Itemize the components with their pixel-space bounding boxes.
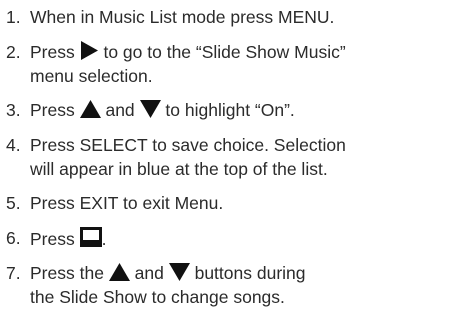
step-7: 7. Press the and buttons during the Slide… bbox=[6, 262, 450, 309]
step-text: Press to go to the “Slide Show Music” men… bbox=[30, 41, 450, 88]
step-4-text-line1: Press SELECT to save choice. Selection bbox=[30, 135, 346, 155]
step-6-text-before: Press bbox=[30, 229, 80, 249]
step-5-text: Press EXIT to exit Menu. bbox=[30, 193, 224, 213]
step-3: 3. Press and to highlight “On”. bbox=[6, 99, 450, 123]
step-7-text-line2: the Slide Show to change songs. bbox=[30, 286, 285, 307]
step-2-text-line2: menu selection. bbox=[30, 65, 153, 86]
step-4: 4. Press SELECT to save choice. Selectio… bbox=[6, 134, 450, 181]
step-3-text-middle: and bbox=[100, 100, 140, 120]
slideshow-screen-icon bbox=[79, 227, 102, 247]
step-number: 1. bbox=[6, 7, 21, 27]
step-2-text-after: to go to the “Slide Show Music” bbox=[98, 42, 346, 62]
play-right-arrow-icon bbox=[80, 41, 99, 60]
up-triangle-icon bbox=[108, 263, 130, 281]
step-6-text-after: . bbox=[101, 229, 107, 249]
step-6: 6. Press . bbox=[6, 227, 450, 252]
step-text: Press SELECT to save choice. Selection wi… bbox=[30, 134, 450, 181]
step-text: Press . bbox=[30, 227, 450, 252]
step-number: 5. bbox=[6, 193, 21, 213]
step-5: 5. Press EXIT to exit Menu. bbox=[6, 192, 450, 216]
step-1-text: When in Music List mode press MENU. bbox=[30, 7, 335, 27]
step-7-text-middle: and bbox=[129, 263, 169, 283]
step-number: 3. bbox=[6, 100, 21, 120]
step-text: Press EXIT to exit Menu. bbox=[30, 192, 450, 216]
step-3-text-after: to highlight “On”. bbox=[160, 100, 295, 120]
step-4-text-line2: will appear in blue at the top of the li… bbox=[30, 158, 328, 179]
step-text: Press and to highlight “On”. bbox=[30, 99, 450, 123]
step-text: Press the and buttons during the Slide Sh… bbox=[30, 262, 450, 309]
step-number: 7. bbox=[6, 263, 21, 283]
step-3-text-before: Press bbox=[30, 100, 80, 120]
down-triangle-icon bbox=[168, 263, 190, 281]
step-7-text-after: buttons during bbox=[189, 263, 306, 283]
down-triangle-icon bbox=[139, 100, 161, 118]
up-triangle-icon bbox=[79, 100, 101, 118]
step-2: 2. Press to go to the “Slide Show Music”… bbox=[6, 41, 450, 88]
step-number: 4. bbox=[6, 135, 21, 155]
step-text: When in Music List mode press MENU. bbox=[30, 6, 450, 30]
step-7-text-before: Press the bbox=[30, 263, 109, 283]
step-number: 6. bbox=[6, 228, 21, 248]
step-number: 2. bbox=[6, 42, 21, 62]
step-1: 1. When in Music List mode press MENU. bbox=[6, 6, 450, 30]
step-2-text-before: Press bbox=[30, 42, 80, 62]
